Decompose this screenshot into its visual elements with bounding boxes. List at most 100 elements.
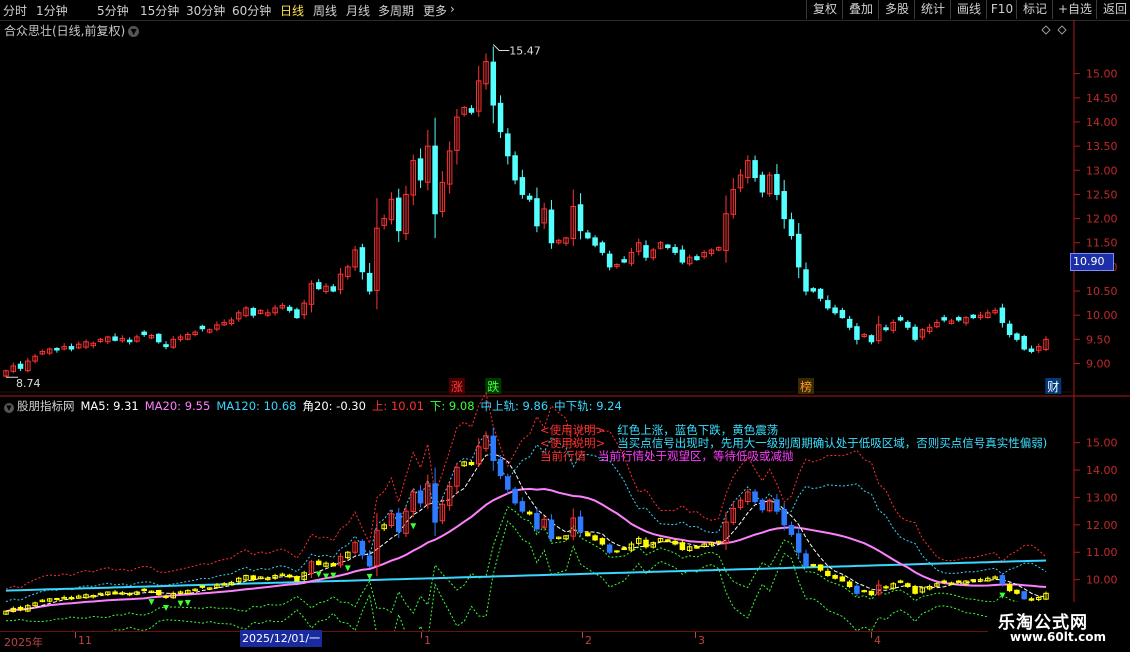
indicator-name: 股朋指标网: [17, 399, 75, 413]
toolbar-button-3[interactable]: 统计: [914, 0, 951, 19]
candle-body: [112, 336, 118, 341]
candle-body: [286, 306, 293, 311]
candle-body: [817, 288, 824, 299]
period-tab-5[interactable]: 60分钟: [232, 2, 271, 19]
signal-body: [868, 590, 875, 596]
candle-body: [250, 308, 257, 316]
period-tab-0[interactable]: 分时: [3, 2, 27, 19]
signal-body: [781, 509, 787, 526]
candle-body: [832, 307, 838, 314]
period-tab-8[interactable]: 月线: [346, 2, 370, 19]
signal-body: [694, 545, 700, 549]
selected-date: 2025/12/01/一: [240, 630, 322, 647]
signal-body: [417, 490, 424, 504]
mid-lower-value: 中下轨: 9.24: [554, 399, 622, 413]
candle-body: [1014, 333, 1020, 340]
period-tab-2[interactable]: 5分钟: [97, 2, 129, 19]
signal-body: [621, 547, 627, 551]
period-tab-9[interactable]: 多周期: [378, 2, 414, 19]
signal-body: [854, 585, 860, 594]
candle-body: [854, 326, 860, 340]
candle-body: [519, 177, 526, 195]
candle-body: [795, 233, 802, 268]
ma5-line: [5, 453, 1047, 612]
toolbar-button-2[interactable]: 多股: [878, 0, 915, 19]
signal-body: [585, 532, 591, 537]
signal-body: [512, 488, 518, 504]
candle-body: [294, 309, 300, 319]
candle-body: [897, 317, 904, 321]
candle-body: [585, 232, 591, 239]
signal-body: [606, 544, 613, 553]
toolbar-button-8[interactable]: 返回: [1096, 0, 1130, 19]
candle-body: [330, 286, 337, 292]
ma120-value: MA120: 10.68: [216, 399, 297, 413]
buy-signal-icon: [999, 592, 1006, 599]
diamond-icon: [1041, 25, 1051, 35]
buy-signal-icon: [177, 600, 184, 607]
candle-body: [468, 108, 475, 113]
signal-body: [359, 540, 366, 556]
signal-body: [315, 560, 322, 566]
signal-body: [803, 553, 809, 567]
signal-body: [810, 564, 817, 567]
signal-body: [788, 525, 795, 535]
signal-body: [679, 542, 686, 551]
period-tab-1[interactable]: 1分钟: [36, 2, 68, 19]
y-tick-label: 15.00: [1086, 68, 1118, 81]
signal-body: [366, 555, 373, 567]
kline-chart[interactable]: 15.00 14.50 14.00 13.50 13.00 12.50 12.00 11.50…: [0, 20, 1130, 652]
buy-signal-icon: [344, 565, 351, 572]
chevron-right-icon[interactable]: ›: [450, 2, 455, 16]
buy-signal-icon: [163, 604, 169, 611]
note-line-1: <使用说明> 当买点信号出现时，先用大一级别周期确认处于低吸区域，否则买点信号真实…: [540, 436, 1047, 450]
candle-body: [788, 219, 795, 236]
indicator-header: ▼ 股朋指标网 MA5: 9.31 MA20: 9.55 MA120: 10.68 角20…: [4, 398, 628, 414]
y-tick-label: 12.00: [1086, 213, 1118, 226]
note-line-2: 当前行情 当前行情处于观望区，等待低吸或减抛: [540, 449, 794, 463]
candle-body: [68, 346, 75, 350]
period-tab-10[interactable]: 更多: [423, 2, 447, 19]
candle-body: [941, 317, 947, 321]
indicator-icon[interactable]: ▼: [4, 403, 14, 413]
period-tab-6[interactable]: 日线: [280, 2, 304, 19]
signal-body: [897, 580, 904, 583]
toolbar-button-5[interactable]: F10: [986, 0, 1017, 19]
signal-body: [592, 535, 598, 541]
candle-body: [774, 174, 780, 195]
candle-body: [54, 347, 60, 351]
candle-body: [592, 237, 598, 246]
candle-body: [366, 272, 373, 292]
signal-body: [752, 491, 758, 503]
toolbar-button-1[interactable]: 叠加: [842, 0, 879, 19]
candle-body: [672, 247, 678, 253]
toolbar-button-6[interactable]: 标记: [1016, 0, 1053, 19]
y-tick-label: 14.00: [1086, 116, 1118, 129]
signal-body: [577, 516, 584, 533]
date-label-4: 3: [698, 634, 705, 647]
signal-body: [286, 574, 293, 578]
indicator-y-label: 15.00: [1086, 437, 1118, 450]
candle-body: [512, 155, 518, 181]
y-tick-label: 10.50: [1086, 285, 1118, 298]
y-tick-label: 13.00: [1086, 164, 1118, 177]
indicator-y-label: 14.00: [1086, 464, 1118, 477]
candle-body: [199, 325, 206, 330]
candle-body: [17, 363, 24, 369]
event-marker: 榜: [800, 379, 812, 394]
candle-body: [1021, 335, 1027, 350]
candle-body: [417, 158, 424, 181]
period-tab-7[interactable]: 周线: [313, 2, 337, 19]
date-label-5: 4: [874, 634, 881, 647]
candle-body: [810, 288, 817, 292]
watermark: 乐淘公式网 www.60lt.com: [988, 602, 1130, 650]
toolbar-button-0[interactable]: 复权: [806, 0, 843, 19]
signal-body: [155, 589, 162, 596]
period-tab-4[interactable]: 30分钟: [186, 2, 225, 19]
candle-body: [606, 253, 613, 268]
candle-body: [868, 335, 875, 343]
toolbar-button-7[interactable]: +自选: [1052, 0, 1097, 19]
period-tab-3[interactable]: 15分钟: [140, 2, 179, 19]
signal-body: [54, 597, 60, 600]
toolbar-button-4[interactable]: 画线: [950, 0, 987, 19]
